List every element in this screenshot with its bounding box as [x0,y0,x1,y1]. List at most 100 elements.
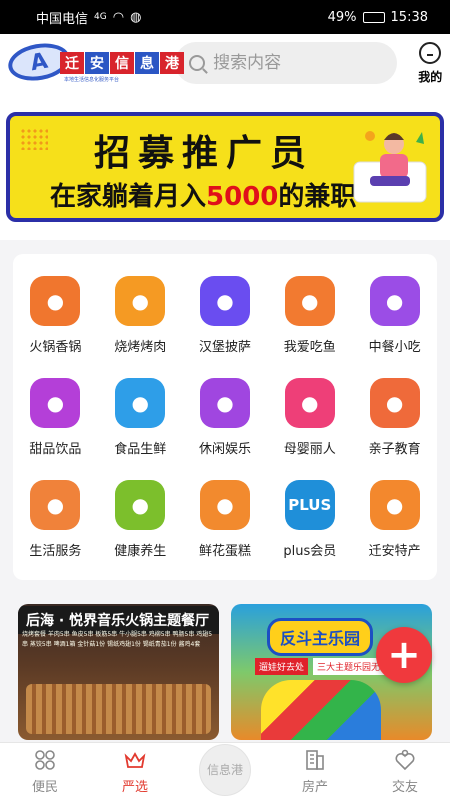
burger-icon: ● [199,275,250,326]
promo-card-menu: 烧烤套餐 羊肉5串 鱼皮5串 板筋5串 牛小腿5串 鸡柳5串 鸭肠5串 鸡翅5串… [22,631,213,648]
category-item[interactable]: ● 健康养生 [98,468,183,570]
crown-icon [124,752,146,768]
promo-banner[interactable]: 招募推广员 在家躺着月入5000的兼职 [6,112,444,222]
tab-convenience[interactable]: 便民 [0,743,90,800]
category-grid: ● 火锅香锅 ● 烧烤烤肉 ● 汉堡披萨 ● 我爱吃鱼 ● 中餐小吃 ● 甜品饮品 ● 食品生鲜 ● 休闲娱乐… [13,254,437,580]
grid-icon [35,750,55,770]
teapot-icon: ● [115,479,166,530]
logo-char: 信 [110,52,134,74]
bbq-icon: ● [115,275,166,326]
hotpot-icon: ● [30,275,81,326]
logo-char: 安 [85,52,109,74]
category-label: 甜品饮品 [29,441,82,457]
tab-label: 房产 [301,780,328,795]
user-icon [419,41,442,64]
category-label: 休闲娱乐 [198,441,251,457]
app-header: A 迁 安 信 息 港 本地生活信息化服务平台 我的 [0,34,450,92]
status-bar: 中国电信 4G ◠ ◍ 49% 15:38 [0,0,450,34]
logo-char: 息 [135,52,159,74]
tab-dating[interactable]: 交友 [360,743,450,800]
search-bar[interactable] [175,42,397,84]
category-item[interactable]: ● 汉堡披萨 [183,264,268,366]
logo-text: 迁 安 信 息 港 [60,52,184,74]
fruit-icon: ● [369,479,420,530]
banner-sub-before: 在家躺着月入 [50,182,207,212]
leisure-icon: ● [199,377,250,428]
category-label: 食品生鲜 [114,441,167,457]
category-label: 烧烤烤肉 [114,339,167,355]
category-label: 迁安特产 [368,543,421,559]
my-account-label: 我的 [418,69,443,84]
search-icon [189,55,206,71]
tab-real-estate[interactable]: 房产 [270,743,360,800]
info-port-circle: 信息港 [199,743,251,796]
relaxing-girl-illustration [353,131,427,203]
woman-icon: ● [284,377,335,428]
category-item[interactable]: ● 鲜花蛋糕 [183,468,268,570]
clock: 15:38 [390,9,428,25]
plus-badge-icon: PLUS [284,479,335,530]
category-item[interactable]: ● 亲子教育 [352,366,437,468]
banner-sub-after: 的兼职 [278,182,357,212]
category-item[interactable]: ● 火锅香锅 [13,264,98,366]
category-item[interactable]: ● 食品生鲜 [98,366,183,468]
app-logo[interactable]: A 迁 安 信 息 港 本地生活信息化服务平台 [5,38,184,88]
wifi-icon: ◠ [112,9,125,25]
dish-icon: ● [369,275,420,326]
plus-icon: + [387,632,421,678]
tab-info-port[interactable]: 信息港 [180,743,270,800]
building-icon [306,750,324,770]
category-item[interactable]: ● 我爱吃鱼 [267,264,352,366]
my-account-button[interactable]: 我的 [411,41,450,85]
food-image [26,684,211,734]
hearts-icon [395,749,415,771]
network-type: 4G [94,12,107,22]
playground-sign: 反斗主乐园 [267,618,374,656]
promo-card-hotpot[interactable]: 后海 · 悦界音乐火锅主题餐厅 烧烤套餐 羊肉5串 鱼皮5串 板筋5串 牛小腿5… [18,604,219,740]
category-item[interactable]: ● 烧烤烤肉 [98,264,183,366]
logo-char: 迁 [60,52,84,74]
add-post-button[interactable]: + [376,627,432,683]
chat-icon: ◍ [130,9,142,25]
category-label: plus会员 [283,543,337,559]
tab-label: 交友 [391,780,418,795]
category-label: 火锅香锅 [29,339,82,355]
slide-image [261,680,381,740]
category-label: 健康养生 [114,543,167,559]
category-label: 母婴丽人 [283,441,336,457]
banner-section: 招募推广员 在家躺着月入5000的兼职 [0,92,450,240]
battery-icon [362,11,385,23]
promo-cards: 后海 · 悦界音乐火锅主题餐厅 烧烤套餐 羊肉5串 鱼皮5串 板筋5串 牛小腿5… [18,604,432,740]
category-label: 鲜花蛋糕 [198,543,251,559]
category-label: 中餐小吃 [368,339,421,355]
banner-sub-highlight: 5000 [206,182,279,212]
family-icon: ● [369,377,420,428]
dots-decoration [20,128,48,150]
tab-selected[interactable]: 严选 [90,743,180,800]
category-item[interactable]: ● 母婴丽人 [267,366,352,468]
category-item[interactable]: ● 生活服务 [13,468,98,570]
category-item[interactable]: ● 迁安特产 [352,468,437,570]
category-item[interactable]: ● 中餐小吃 [352,264,437,366]
category-item[interactable]: ● 甜品饮品 [13,366,98,468]
category-label: 汉堡披萨 [198,339,251,355]
tab-label: 便民 [31,780,58,795]
category-label: 亲子教育 [368,441,421,457]
bottom-tab-bar: 便民 严选 信息港 房产 交友 [0,742,450,800]
crab-icon: ● [115,377,166,428]
fish-icon: ● [284,275,335,326]
tab-label: 严选 [121,780,148,795]
search-input[interactable] [213,53,384,73]
banner-subtitle: 在家躺着月入5000的兼职 [50,176,356,213]
category-label: 生活服务 [29,543,82,559]
logo-subtitle: 本地生活信息化服务平台 [64,77,120,83]
category-item[interactable]: ● 休闲娱乐 [183,366,268,468]
banner-title: 招募推广员 [94,133,315,174]
house-icon: ● [30,479,81,530]
flower-icon: ● [199,479,250,530]
promo-tag: 遛娃好去处 [255,658,309,675]
carrier-name: 中国电信 [36,11,89,27]
logo-char: 港 [160,52,184,74]
category-item[interactable]: PLUS plus会员 [267,468,352,570]
cup-icon: ● [30,377,81,428]
